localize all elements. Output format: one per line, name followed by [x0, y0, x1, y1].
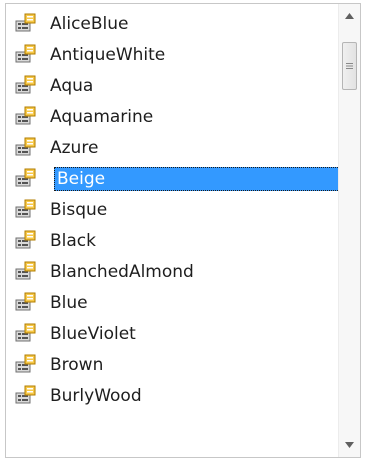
list-item-selected[interactable]: Beige — [6, 163, 338, 194]
scroll-up-button[interactable] — [339, 4, 360, 28]
vertical-scrollbar[interactable] — [338, 4, 360, 457]
property-icon — [15, 323, 36, 342]
property-icon — [15, 385, 36, 404]
list-item[interactable]: Bisque — [6, 194, 338, 225]
list-item-label: Beige — [54, 166, 338, 191]
property-icon — [15, 13, 36, 32]
list-item-label: Aquamarine — [50, 106, 154, 127]
list-item-label: BlueViolet — [50, 323, 136, 344]
property-icon — [15, 292, 36, 311]
list-item-label: Aqua — [50, 75, 94, 96]
list-item[interactable]: AliceBlue — [6, 8, 338, 39]
scrollbar-thumb[interactable] — [342, 42, 357, 90]
triangle-down-icon — [345, 442, 354, 448]
list-item-label: Black — [50, 230, 96, 251]
property-icon — [15, 230, 36, 249]
property-icon — [15, 137, 36, 156]
list-item-label: Bisque — [50, 199, 108, 220]
property-icon — [15, 261, 36, 280]
list-item-label: BurlyWood — [50, 385, 142, 406]
property-icon — [15, 354, 36, 373]
list-item[interactable]: BurlyWood — [6, 380, 338, 411]
list-item-label: Blue — [50, 292, 88, 313]
list-items: AliceBlue AntiqueWhite Aqua Aquamarine A… — [6, 4, 338, 457]
triangle-up-icon — [345, 13, 354, 19]
list-item[interactable]: AntiqueWhite — [6, 39, 338, 70]
list-item-label: Azure — [50, 137, 99, 158]
list-item[interactable]: Azure — [6, 132, 338, 163]
list-item[interactable]: BlanchedAlmond — [6, 256, 338, 287]
list-item[interactable]: Blue — [6, 287, 338, 318]
list-item[interactable]: Aquamarine — [6, 101, 338, 132]
color-listbox[interactable]: AliceBlue AntiqueWhite Aqua Aquamarine A… — [5, 3, 361, 458]
list-item-label: AliceBlue — [50, 13, 129, 34]
property-icon — [15, 168, 36, 187]
list-item-label: AntiqueWhite — [50, 44, 166, 65]
property-icon — [15, 44, 36, 63]
list-item-label: BlanchedAlmond — [50, 261, 194, 282]
list-item[interactable]: BlueViolet — [6, 318, 338, 349]
list-item[interactable]: Brown — [6, 349, 338, 380]
list-item[interactable]: Black — [6, 225, 338, 256]
property-icon — [15, 75, 36, 94]
list-item-label: Brown — [50, 354, 104, 375]
scroll-down-button[interactable] — [339, 433, 360, 457]
property-icon — [15, 199, 36, 218]
grip-icon — [346, 63, 353, 69]
list-item[interactable]: Aqua — [6, 70, 338, 101]
property-icon — [15, 106, 36, 125]
